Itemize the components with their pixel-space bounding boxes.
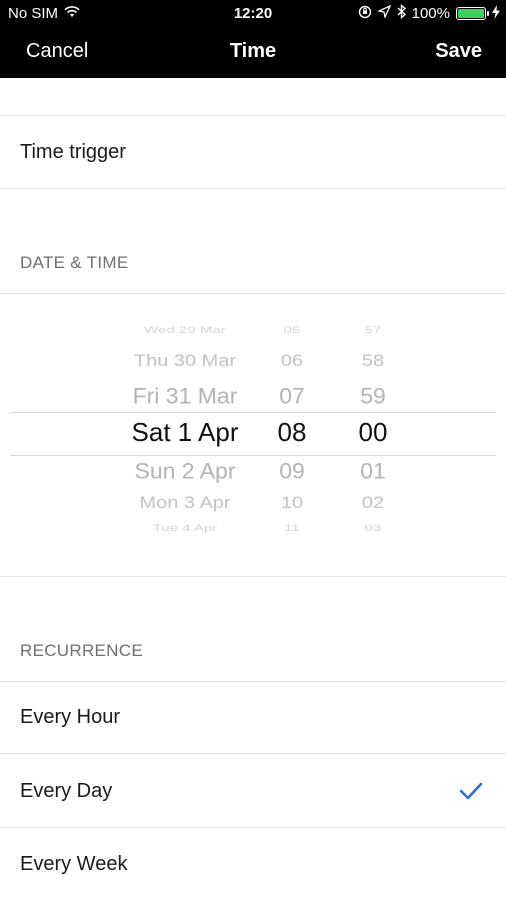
bluetooth-icon bbox=[397, 3, 406, 23]
picker-value[interactable]: 10 bbox=[262, 494, 322, 513]
picker-value[interactable]: 07 bbox=[262, 384, 322, 410]
picker-selected-value[interactable]: 08 bbox=[262, 417, 322, 448]
save-button[interactable]: Save bbox=[435, 40, 482, 63]
picker-value[interactable]: Thu 30 Mar bbox=[95, 352, 275, 371]
divider bbox=[0, 293, 506, 294]
divider bbox=[0, 681, 506, 682]
charging-icon bbox=[492, 4, 500, 23]
battery-percent: 100% bbox=[411, 5, 450, 22]
picker-value[interactable]: 58 bbox=[343, 352, 403, 371]
picker-value[interactable]: Mon 3 Apr bbox=[95, 494, 275, 513]
picker-value[interactable]: 01 bbox=[343, 459, 403, 485]
divider bbox=[0, 115, 506, 116]
nav-bar: Cancel Time Save bbox=[0, 28, 506, 78]
picker-value[interactable]: 05 bbox=[262, 325, 322, 335]
picker-value[interactable]: 59 bbox=[343, 384, 403, 410]
divider bbox=[0, 576, 506, 577]
battery-fill bbox=[458, 9, 484, 18]
recurrence-option-every-week[interactable]: Every Week bbox=[20, 853, 127, 876]
time-trigger-row[interactable]: Time trigger bbox=[20, 141, 126, 164]
picker-value[interactable]: 02 bbox=[343, 494, 403, 513]
minute-column[interactable]: 57 58 59 00 01 02 03 bbox=[343, 300, 403, 570]
location-arrow-icon bbox=[376, 4, 391, 22]
picker-value[interactable]: Tue 4 Apr bbox=[95, 523, 275, 533]
battery-icon bbox=[456, 7, 489, 20]
orientation-lock-icon bbox=[358, 5, 372, 23]
date-column[interactable]: Wed 29 Mar Thu 30 Mar Fri 31 Mar Sat 1 Apr S… bbox=[95, 300, 275, 570]
picker-selection-top bbox=[10, 412, 496, 413]
picker-value[interactable]: 03 bbox=[343, 523, 403, 533]
status-right: 100% bbox=[358, 3, 500, 23]
page-title: Time bbox=[229, 40, 277, 62]
picker-value[interactable]: 57 bbox=[343, 325, 403, 335]
divider bbox=[0, 188, 506, 189]
date-time-picker[interactable]: Wed 29 Mar Thu 30 Mar Fri 31 Mar Sat 1 Apr S… bbox=[0, 300, 506, 570]
picker-value[interactable]: 11 bbox=[262, 523, 322, 533]
recurrence-option-every-hour[interactable]: Every Hour bbox=[20, 706, 120, 729]
picker-value[interactable]: Sun 2 Apr bbox=[95, 459, 275, 485]
hour-column[interactable]: 05 06 07 08 09 10 11 bbox=[262, 300, 322, 570]
checkmark-icon bbox=[459, 782, 483, 800]
picker-value[interactable]: Wed 29 Mar bbox=[95, 325, 275, 335]
picker-value[interactable]: 09 bbox=[262, 459, 322, 485]
status-bar: No SIM 12:20 100% bbox=[0, 0, 506, 28]
picker-value[interactable]: 06 bbox=[262, 352, 322, 371]
picker-value[interactable]: Fri 31 Mar bbox=[95, 384, 275, 410]
date-time-header: DATE & TIME bbox=[20, 253, 129, 272]
picker-selected-value[interactable]: 00 bbox=[343, 417, 403, 448]
picker-selection-bottom bbox=[10, 455, 496, 456]
picker-selected-value[interactable]: Sat 1 Apr bbox=[95, 417, 275, 448]
divider bbox=[0, 827, 506, 828]
recurrence-header: RECURRENCE bbox=[20, 641, 143, 660]
divider bbox=[0, 753, 506, 754]
recurrence-option-every-day[interactable]: Every Day bbox=[20, 780, 112, 803]
